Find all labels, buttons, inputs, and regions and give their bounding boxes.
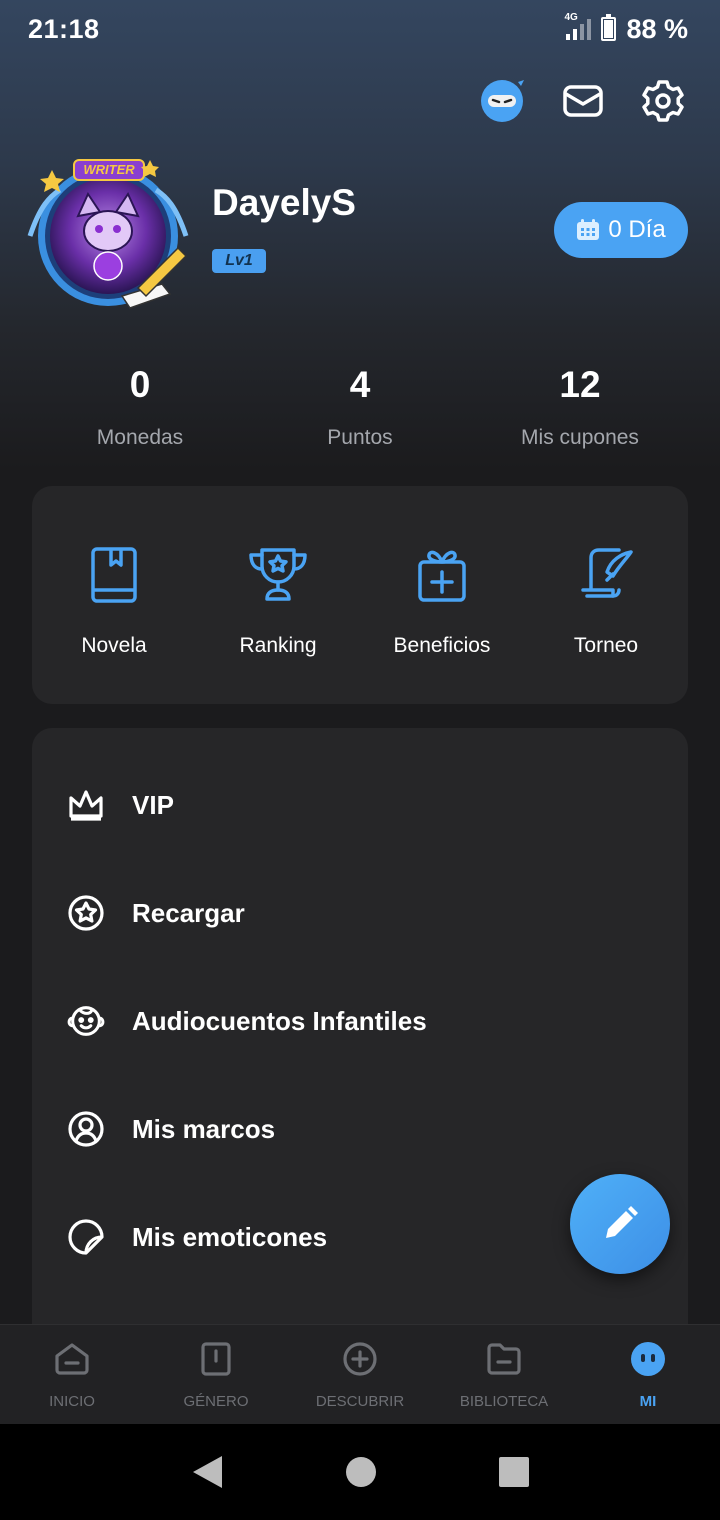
gear-icon[interactable]: [640, 78, 686, 124]
star-coin-icon: [66, 893, 106, 933]
write-fab-button[interactable]: [570, 1174, 670, 1274]
back-icon[interactable]: [190, 1454, 224, 1490]
menu-card: VIP Recargar Audiocuentos Infantiles Mis…: [32, 728, 688, 1368]
signal-icon: 4G: [564, 12, 592, 40]
quick-action-label: Novela: [81, 634, 147, 657]
ninja-avatar-icon[interactable]: [480, 78, 526, 124]
nav-tab-mi[interactable]: MI: [576, 1325, 720, 1424]
nav-tab-genero[interactable]: GÉNERO: [144, 1325, 288, 1424]
stat-label: Mis cupones: [521, 426, 639, 449]
mail-icon[interactable]: [560, 78, 606, 124]
face-icon: [628, 1339, 668, 1379]
nav-tab-inicio[interactable]: INICIO: [0, 1325, 144, 1424]
menu-label: Mis emoticones: [132, 1221, 328, 1252]
quick-action-label: Torneo: [573, 634, 639, 657]
plus-circle-icon: [340, 1339, 380, 1379]
sticker-icon: [66, 1217, 106, 1257]
menu-item-mis-marcos[interactable]: Mis marcos: [32, 1075, 688, 1183]
checkin-label: 0 Día: [608, 216, 666, 243]
stat-puntos[interactable]: 4 Puntos: [250, 364, 470, 450]
quick-action-ranking[interactable]: Ranking: [196, 544, 360, 704]
trophy-icon: [247, 544, 309, 606]
nav-label: DESCUBRIR: [315, 1393, 405, 1410]
battery-icon: [601, 14, 617, 41]
crown-icon: [66, 785, 106, 825]
bottom-navigation: INICIO GÉNERO DESCUBRIR BIBLIOTECA MI: [0, 1324, 720, 1424]
recents-icon[interactable]: [498, 1456, 530, 1488]
quick-action-novela[interactable]: Novela: [32, 544, 196, 704]
menu-label: Recargar: [132, 897, 245, 928]
nav-tab-biblioteca[interactable]: BIBLIOTECA: [432, 1325, 576, 1424]
quick-action-label: Beneficios: [393, 634, 491, 657]
bookmark-book-icon: [196, 1339, 236, 1379]
nav-label: MI: [639, 1393, 657, 1410]
quick-action-label: Ranking: [239, 634, 317, 657]
menu-item-vip[interactable]: VIP: [32, 751, 688, 859]
stat-value: 0: [129, 364, 151, 405]
avatar[interactable]: WRITER: [26, 156, 196, 310]
quick-actions-card: Novela Ranking Beneficios Torneo: [32, 486, 688, 704]
status-indicators: 4G 88 %: [564, 12, 688, 45]
nav-label: INICIO: [49, 1393, 95, 1410]
checkin-button[interactable]: 0 Día: [554, 202, 688, 258]
menu-label: VIP: [132, 789, 174, 820]
pencil-icon: [606, 1206, 638, 1238]
quick-action-torneo[interactable]: Torneo: [524, 544, 688, 704]
stat-label: Monedas: [96, 426, 184, 449]
folder-icon: [484, 1339, 524, 1379]
stat-label: Puntos: [327, 426, 393, 449]
home-icon: [52, 1339, 92, 1379]
book-icon: [83, 544, 145, 606]
stat-value: 4: [349, 364, 371, 405]
gift-icon: [411, 544, 473, 606]
child-face-icon: [66, 1001, 106, 1041]
battery-percent: 88 %: [626, 13, 688, 44]
stats-row: 0 Monedas 4 Puntos 12 Mis cupones: [30, 364, 690, 450]
menu-item-recargar[interactable]: Recargar: [32, 859, 688, 967]
user-frame-icon: [66, 1109, 106, 1149]
avatar-badge-text: WRITER: [83, 162, 135, 177]
level-badge[interactable]: Lv1: [212, 249, 266, 273]
stat-monedas[interactable]: 0 Monedas: [30, 364, 250, 450]
quill-icon: [575, 544, 637, 606]
menu-label: Audiocuentos Infantiles: [132, 1005, 427, 1036]
network-type: 4G: [564, 12, 578, 23]
nav-tab-descubrir[interactable]: DESCUBRIR: [288, 1325, 432, 1424]
stat-value: 12: [559, 364, 601, 405]
home-button-icon[interactable]: [345, 1456, 377, 1488]
calendar-icon: [577, 219, 600, 240]
header-actions: [480, 78, 686, 124]
stat-cupones[interactable]: 12 Mis cupones: [470, 364, 690, 450]
menu-item-audiocuentos[interactable]: Audiocuentos Infantiles: [32, 967, 688, 1075]
status-time: 21:18: [28, 13, 100, 44]
status-bar: 21:18 4G 88 %: [0, 0, 720, 58]
menu-label: Mis marcos: [132, 1113, 276, 1144]
username: DayelyS: [212, 182, 356, 223]
quick-action-beneficios[interactable]: Beneficios: [360, 544, 524, 704]
system-navigation-bar: [0, 1424, 720, 1520]
nav-label: GÉNERO: [183, 1393, 249, 1410]
nav-label: BIBLIOTECA: [459, 1393, 549, 1410]
